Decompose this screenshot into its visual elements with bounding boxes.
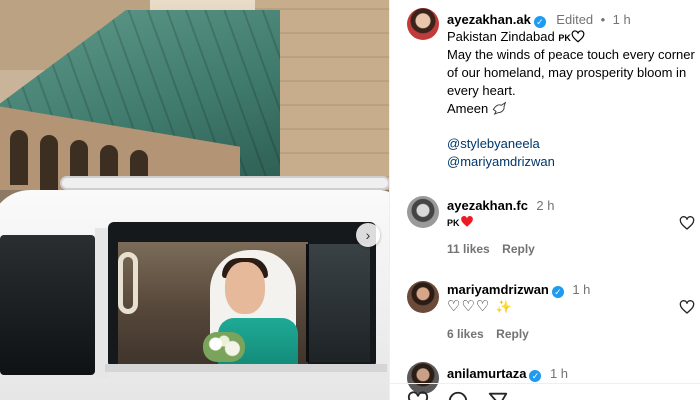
comment-hearts: ♡♡♡: [447, 298, 491, 315]
action-bar-divider: [390, 383, 700, 384]
comment-time[interactable]: 2 h: [536, 198, 554, 213]
comment-text: ♡♡♡ ✨: [447, 297, 513, 315]
photo-car-handle: [118, 252, 138, 314]
commenter-avatar[interactable]: [407, 196, 439, 228]
dove-icon: [492, 101, 507, 115]
verified-icon: ✓: [533, 16, 546, 28]
post-photo: ›: [0, 0, 389, 400]
comment-meta: 6 likes Reply: [447, 325, 529, 343]
verified-icon: ✓: [529, 370, 542, 382]
comment-author[interactable]: anilamurtaza: [447, 366, 526, 381]
post-time[interactable]: 1 h: [613, 12, 631, 27]
sparkle-icon: ✨: [495, 299, 513, 314]
chevron-right-icon: ›: [365, 227, 371, 243]
caption-ameen: Ameen: [447, 100, 508, 118]
mention-mariyamdrizwan[interactable]: @mariyamdrizwan: [447, 154, 555, 169]
post-header: ayezakhan.ak ✓ Edited • 1 h: [447, 11, 631, 29]
verified-icon: ✓: [551, 286, 564, 298]
author-avatar[interactable]: [407, 8, 439, 40]
caption-text: Pakistan Zindabad: [447, 29, 555, 44]
like-heart-icon[interactable]: [407, 390, 429, 400]
comment-meta: 11 likes Reply: [447, 240, 535, 258]
comment-time[interactable]: 1 h: [550, 366, 568, 381]
photo-flower-bouquet: [203, 332, 245, 362]
separator-dot: •: [600, 12, 606, 27]
reply-button[interactable]: Reply: [496, 327, 529, 341]
post-detail-pane: ayezakhan.ak ✓ Edited • 1 h Pakistan Zind…: [389, 0, 700, 400]
pk-flag-emoji: PK: [447, 218, 460, 228]
comment-header: ayezakhan.fc 2 h: [447, 197, 554, 215]
photo-car-roof-rail: [60, 176, 389, 190]
carousel-next-button[interactable]: ›: [356, 223, 380, 247]
comment-icon[interactable]: [447, 390, 469, 400]
comment-text: PK: [447, 214, 474, 229]
share-icon[interactable]: [487, 390, 509, 400]
photo-arch: [10, 130, 28, 185]
commenter-avatar[interactable]: [407, 281, 439, 313]
comment-header: anilamurtaza ✓ 1 h: [447, 365, 568, 383]
red-heart-icon: [460, 215, 473, 227]
caption-line-1: Pakistan Zindabad PK: [447, 28, 585, 47]
ameen-text: Ameen: [447, 101, 489, 116]
like-comment-heart-icon[interactable]: [679, 215, 695, 231]
comment-likes[interactable]: 6 likes: [447, 327, 484, 341]
comment-author[interactable]: mariyamdrizwan: [447, 282, 549, 297]
like-comment-heart-icon[interactable]: [679, 299, 695, 315]
photo-car-sill: [105, 364, 387, 372]
reply-button[interactable]: Reply: [502, 242, 535, 256]
photo-woman-face: [225, 262, 265, 314]
white-heart-icon: [571, 30, 585, 43]
photo-arch: [40, 135, 58, 190]
edited-label: Edited: [556, 12, 594, 27]
comment-author[interactable]: ayezakhan.fc: [447, 198, 528, 213]
mention-stylebyaneela[interactable]: @stylebyaneela: [447, 136, 540, 151]
comment-likes[interactable]: 11 likes: [447, 242, 490, 256]
photo-car-pillar: [95, 228, 109, 378]
comment-time[interactable]: 1 h: [572, 282, 590, 297]
photo-car-rear-window: [0, 235, 95, 375]
caption-body: May the winds of peace touch every corne…: [447, 47, 695, 98]
pk-flag-emoji: PK: [558, 33, 571, 43]
photo-car-glass: [306, 244, 370, 362]
post-author-username[interactable]: ayezakhan.ak: [447, 12, 531, 27]
